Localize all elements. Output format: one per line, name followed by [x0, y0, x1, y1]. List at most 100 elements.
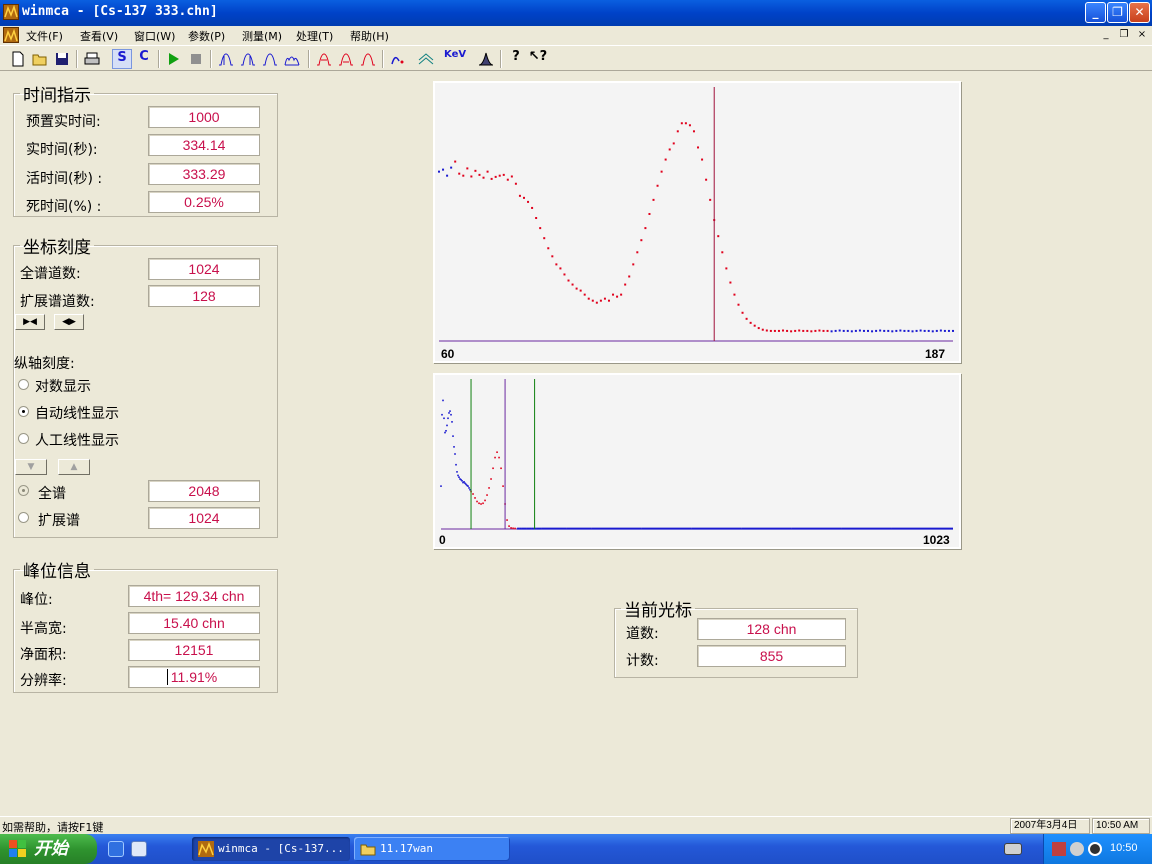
document-system-menu-icon[interactable]	[3, 27, 19, 43]
restore-button[interactable]: ❐	[1107, 2, 1128, 23]
ext-data-point	[567, 279, 570, 282]
task-winmca[interactable]: winmca - [Cs-137...	[192, 837, 350, 861]
menu-parameters[interactable]: 参数(P)	[188, 28, 225, 44]
peak2-icon[interactable]	[238, 49, 258, 69]
speaker-tray-icon[interactable]	[1070, 842, 1084, 856]
context-help-icon[interactable]: ↖?	[528, 49, 548, 69]
open-folder-icon[interactable]	[30, 49, 50, 69]
ext-data-point	[514, 182, 517, 185]
full-data-point	[494, 456, 496, 459]
fit-icon[interactable]	[388, 49, 408, 69]
close-button[interactable]: ✕	[1129, 2, 1150, 23]
full-data-point	[442, 399, 444, 402]
title-bar[interactable]: winmca - [Cs-137 333.chn] _ ❐ ✕	[0, 0, 1152, 26]
menu-process[interactable]: 处理(T)	[296, 28, 333, 44]
stop-icon[interactable]	[186, 49, 206, 69]
full-data-point	[446, 424, 448, 427]
ext-data-point	[753, 324, 756, 327]
manual-linear-radio[interactable]	[18, 433, 29, 444]
ext-data-point	[733, 293, 736, 296]
mdi-minimize-button[interactable]: _	[1099, 29, 1113, 42]
play-icon[interactable]	[164, 49, 184, 69]
ext-data-point	[782, 329, 785, 332]
ext-data-point	[842, 329, 845, 332]
peak3-icon[interactable]	[260, 49, 280, 69]
auto-linear-radio[interactable]	[18, 406, 29, 417]
full-spectrum-value[interactable]: 2048	[148, 480, 260, 502]
task-folder[interactable]: 11.17wan	[354, 837, 510, 861]
print-icon[interactable]	[82, 49, 102, 69]
ext-data-point	[607, 299, 610, 302]
full-data-point	[440, 485, 442, 487]
menu-view[interactable]: 查看(V)	[80, 28, 118, 44]
keyboard-tray-icon[interactable]	[1004, 843, 1022, 855]
ext-data-point	[688, 124, 691, 127]
minimize-button[interactable]: _	[1085, 2, 1106, 23]
help-icon[interactable]: ?	[506, 49, 526, 69]
cursor-channel-value: 128 chn	[697, 618, 846, 640]
mark2-icon[interactable]	[336, 49, 356, 69]
full-spectrum-svg[interactable]	[435, 375, 959, 547]
peak4-icon[interactable]	[282, 49, 302, 69]
smooth-icon[interactable]	[416, 49, 436, 69]
mdi-close-button[interactable]: ×	[1135, 29, 1149, 42]
media-tray-icon[interactable]	[1088, 842, 1102, 856]
log-scale-label[interactable]: 对数显示	[35, 376, 91, 396]
full-spectrum-label[interactable]: 全谱	[38, 483, 66, 503]
new-file-icon[interactable]	[8, 49, 28, 69]
scale-panel-title: 坐标刻度	[23, 238, 91, 258]
kev-icon[interactable]: KeV	[444, 49, 466, 69]
toolbar-separator	[500, 50, 502, 68]
manual-linear-label[interactable]: 人工线性显示	[35, 430, 119, 450]
net-area-value: 12151	[128, 639, 260, 661]
mark3-icon[interactable]	[358, 49, 378, 69]
save-disk-icon[interactable]	[52, 49, 72, 69]
full-data-point	[506, 519, 508, 521]
menu-measure[interactable]: 测量(M)	[242, 28, 282, 44]
ext-data-point	[935, 329, 938, 332]
scale-down-button[interactable]: ▼	[15, 459, 47, 475]
full-spectrum-radio[interactable]	[18, 485, 29, 496]
full-x-min-label: 0	[439, 533, 446, 547]
ext-data-point	[854, 329, 857, 332]
full-data-point	[482, 502, 484, 505]
c-scale-icon[interactable]: C	[134, 49, 154, 69]
full-data-point	[445, 429, 447, 432]
menu-file[interactable]: 文件(F)	[26, 28, 63, 44]
full-data-point	[441, 413, 443, 416]
expanded-spectrum-plot[interactable]: 60 187	[433, 81, 961, 363]
peak1-icon[interactable]	[216, 49, 236, 69]
ext-data-point	[583, 293, 586, 296]
window-title: winmca - [Cs-137 333.chn]	[22, 4, 218, 19]
preset-time-value: 1000	[148, 106, 260, 128]
full-spectrum-plot[interactable]: 0 1023	[433, 373, 961, 549]
full-channels-label: 全谱道数:	[20, 266, 81, 282]
ext-data-point	[834, 329, 837, 332]
client-area: 时间指示 预置实时间: 1000 实时间(秒): 334.14 活时间(秒) :…	[0, 71, 1152, 816]
full-data-point	[478, 502, 480, 505]
ext-spectrum-radio[interactable]	[18, 512, 29, 523]
mdi-restore-button[interactable]: ❐	[1117, 29, 1131, 42]
ext-data-point	[952, 329, 954, 332]
auto-linear-label[interactable]: 自动线性显示	[35, 403, 119, 423]
network-tray-icon[interactable]	[1052, 842, 1066, 856]
ext-spectrum-value[interactable]: 1024	[148, 507, 260, 529]
expand-range-button[interactable]: ◀▶	[54, 314, 84, 330]
ext-data-point	[749, 321, 752, 324]
ie-quicklaunch-icon[interactable]	[108, 841, 124, 857]
mark1-icon[interactable]	[314, 49, 334, 69]
expanded-spectrum-svg[interactable]	[435, 83, 959, 361]
start-button[interactable]: 开始	[0, 834, 97, 864]
ext-data-point	[660, 170, 663, 173]
menu-help[interactable]: 帮助(H)	[350, 28, 389, 44]
desktop-quicklaunch-icon[interactable]	[131, 841, 147, 857]
log-scale-radio[interactable]	[18, 379, 29, 390]
s-scale-icon[interactable]: S	[112, 49, 132, 69]
full-data-point	[510, 527, 512, 529]
ext-spectrum-label[interactable]: 扩展谱	[38, 510, 80, 530]
menu-window[interactable]: 窗口(W)	[134, 28, 175, 44]
scale-up-button[interactable]: ▲	[58, 459, 90, 475]
shrink-range-button[interactable]: ▶◀	[15, 314, 45, 330]
ext-data-point	[603, 297, 606, 300]
gauss-icon[interactable]	[476, 49, 496, 69]
